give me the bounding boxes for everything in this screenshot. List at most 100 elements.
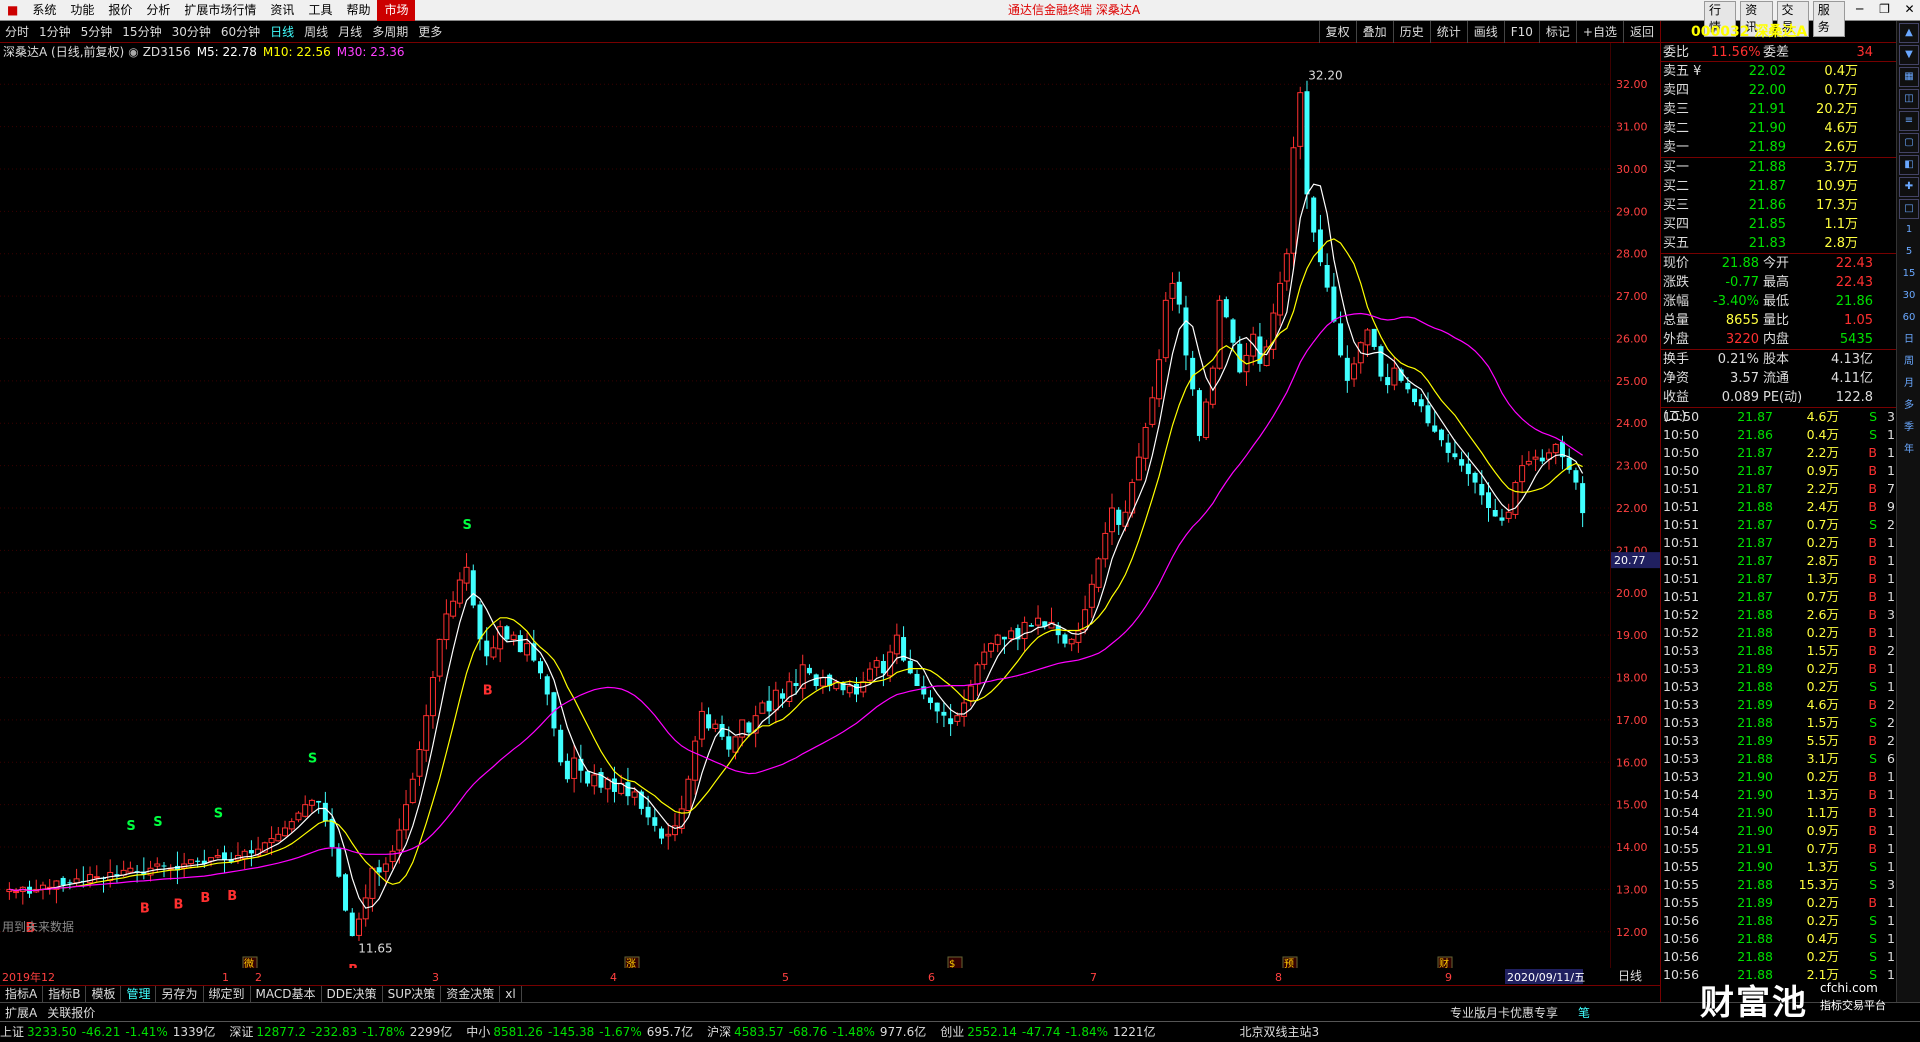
list-icon[interactable]: ≡ xyxy=(1899,111,1919,131)
menu-quote[interactable]: 报价 xyxy=(101,0,139,21)
tool-mark[interactable]: 标记 xyxy=(1538,20,1576,43)
event-marker-label: $ xyxy=(949,959,955,968)
menu-system[interactable]: 系统 xyxy=(25,0,63,21)
indicator-tab[interactable]: DDE决策 xyxy=(322,985,383,1003)
cross-icon[interactable]: ✚ xyxy=(1899,177,1919,197)
indicator-tab[interactable]: xl xyxy=(500,985,522,1003)
tool-fuquan[interactable]: 复权 xyxy=(1318,20,1356,43)
order-book-row[interactable]: 卖四 22.00 0.7万 xyxy=(1661,81,1896,100)
candle-body xyxy=(13,891,20,894)
period-shortcut[interactable]: 15 xyxy=(1899,265,1919,285)
tool-history[interactable]: 历史 xyxy=(1392,20,1430,43)
period-shortcut[interactable]: 月 xyxy=(1899,375,1919,395)
index-quote[interactable]: 深证 12877.2 -232.83 -1.78% 2299亿 xyxy=(229,1022,460,1042)
kline-chart[interactable]: 32.2011.65BSBSBBSBSBSB用到未来数据微涨$预财 xyxy=(0,43,1610,968)
period-timeshare[interactable]: 分时 xyxy=(0,21,34,43)
order-book-row[interactable]: 买四 21.85 1.1万 xyxy=(1661,215,1896,234)
tool-add-watch[interactable]: +自选 xyxy=(1575,20,1623,43)
order-book-row[interactable]: 买一 21.88 3.7万 xyxy=(1661,158,1896,177)
period-60min[interactable]: 60分钟 xyxy=(216,21,265,43)
indicator-tab[interactable]: 资金决策 xyxy=(441,985,501,1003)
up-arrow-icon[interactable]: ▲ xyxy=(1899,23,1919,43)
order-book-row[interactable]: 卖五 ¥ 22.02 0.4万 xyxy=(1661,62,1896,81)
index-quote[interactable]: 创业 2552.14 -47.74 -1.84% 1221亿 xyxy=(940,1022,1163,1042)
tool-overlay[interactable]: 叠加 xyxy=(1355,20,1393,43)
period-toolbar: 分时 1分钟 5分钟 15分钟 30分钟 60分钟 日线 周线 月线 多周期 更… xyxy=(0,20,1660,43)
indicator-tab[interactable]: 绑定到 xyxy=(204,985,251,1003)
period-shortcut[interactable]: 日 xyxy=(1899,331,1919,351)
trade-signal-label: B xyxy=(140,902,150,917)
period-shortcut[interactable]: 60 xyxy=(1899,309,1919,329)
menu-function[interactable]: 功能 xyxy=(63,0,101,21)
tool-back[interactable]: 返回 xyxy=(1622,20,1660,43)
order-book-row[interactable]: 卖二 21.90 4.6万 xyxy=(1661,119,1896,138)
period-1min[interactable]: 1分钟 xyxy=(34,21,76,43)
fundamental-row: 净资 3.57 流通 4.11亿 xyxy=(1663,371,1873,386)
index-quote[interactable]: 中小 8581.26 -145.38 -1.67% 695.7亿 xyxy=(466,1022,701,1042)
candle-body xyxy=(248,850,254,854)
candle-body xyxy=(450,600,457,617)
period-weekly[interactable]: 周线 xyxy=(299,21,333,43)
period-30min[interactable]: 30分钟 xyxy=(167,21,216,43)
order-book-row[interactable]: 卖三 21.91 20.2万 xyxy=(1661,100,1896,119)
candle-body xyxy=(429,677,436,717)
tool-stats[interactable]: 统计 xyxy=(1429,20,1467,43)
stat-row: 外盘 3220 内盘 5435 xyxy=(1663,332,1873,347)
candle-body xyxy=(692,740,699,781)
low-price-label: 11.65 xyxy=(358,942,392,956)
period-shortcut[interactable]: 年 xyxy=(1899,441,1919,461)
square-icon[interactable]: □ xyxy=(1899,199,1919,219)
tool-draw[interactable]: 画线 xyxy=(1466,20,1504,43)
period-15min[interactable]: 15分钟 xyxy=(117,21,166,43)
indicator-tab[interactable]: 另存为 xyxy=(156,985,204,1003)
settings-icon[interactable]: ◉ xyxy=(128,43,138,61)
order-book-row[interactable]: 卖一 21.89 2.6万 xyxy=(1661,138,1896,157)
period-shortcut[interactable]: 5 xyxy=(1899,243,1919,263)
layers-icon[interactable]: ◧ xyxy=(1899,155,1919,175)
indicator-tab[interactable]: SUP决策 xyxy=(383,985,442,1003)
tick-row: 10:51 21.87 1.3万 B 1 xyxy=(1663,571,1895,586)
price-tick-label: 28.00 xyxy=(1616,248,1648,261)
candle-body xyxy=(819,677,826,687)
menu-news[interactable]: 资讯 xyxy=(263,0,301,21)
indicator-tab[interactable]: 指标A xyxy=(0,985,44,1003)
price-tick-label: 17.00 xyxy=(1616,714,1648,727)
ext-a-tab[interactable]: 扩展A xyxy=(0,1004,42,1021)
menu-analysis[interactable]: 分析 xyxy=(139,0,177,21)
period-daily[interactable]: 日线 xyxy=(265,21,299,43)
trade-signal-label: B xyxy=(483,683,493,698)
grid-icon[interactable]: ▦ xyxy=(1899,67,1919,87)
period-monthly[interactable]: 月线 xyxy=(333,21,367,43)
indicator-tab[interactable]: 指标B xyxy=(43,985,87,1003)
chart-icon[interactable]: ◫ xyxy=(1899,89,1919,109)
period-shortcut[interactable]: 1 xyxy=(1899,221,1919,241)
related-quote-tab[interactable]: 关联报价 xyxy=(42,1004,100,1021)
index-quote[interactable]: 上证 3233.50 -46.21 -1.41% 1339亿 xyxy=(0,1022,223,1042)
indicator-tab[interactable]: 模板 xyxy=(86,985,122,1003)
indicator-tab[interactable]: MACD基本 xyxy=(251,985,322,1003)
candle-body xyxy=(1425,405,1431,424)
tool-f10[interactable]: F10 xyxy=(1503,20,1539,43)
menu-extended-market[interactable]: 扩展市场行情 xyxy=(177,0,263,21)
period-shortcut[interactable]: 多 xyxy=(1899,397,1919,417)
order-book-row[interactable]: 买三 21.86 17.3万 xyxy=(1661,196,1896,215)
menu-help[interactable]: 帮助 xyxy=(339,0,377,21)
period-more[interactable]: 更多 xyxy=(413,21,447,43)
box-icon[interactable]: ▢ xyxy=(1899,133,1919,153)
index-quote[interactable]: 沪深 4583.57 -68.76 -1.48% 977.6亿 xyxy=(707,1022,934,1042)
order-book-row[interactable]: 买五 21.83 2.8万 xyxy=(1661,234,1896,253)
server-status[interactable]: 北京双线主站3 xyxy=(1240,1022,1320,1042)
promo-text[interactable]: 专业版月卡优惠专享 xyxy=(1450,1004,1558,1021)
tick-list[interactable]: 10:50 21.87 4.6万 S 3 10:50 21.86 0.4万 S 1… xyxy=(1661,408,1896,984)
period-multi[interactable]: 多周期 xyxy=(367,21,413,43)
period-shortcut[interactable]: 季 xyxy=(1899,419,1919,439)
indicator-tab[interactable]: 管理 xyxy=(121,985,157,1003)
order-book-row[interactable]: 买二 21.87 10.9万 xyxy=(1661,177,1896,196)
menu-market[interactable]: 市场 xyxy=(377,0,416,21)
period-5min[interactable]: 5分钟 xyxy=(76,21,118,43)
period-shortcut[interactable]: 30 xyxy=(1899,287,1919,307)
candle-body xyxy=(154,863,161,867)
period-shortcut[interactable]: 周 xyxy=(1899,353,1919,373)
menu-tools[interactable]: 工具 xyxy=(301,0,339,21)
down-arrow-icon[interactable]: ▼ xyxy=(1899,45,1919,65)
